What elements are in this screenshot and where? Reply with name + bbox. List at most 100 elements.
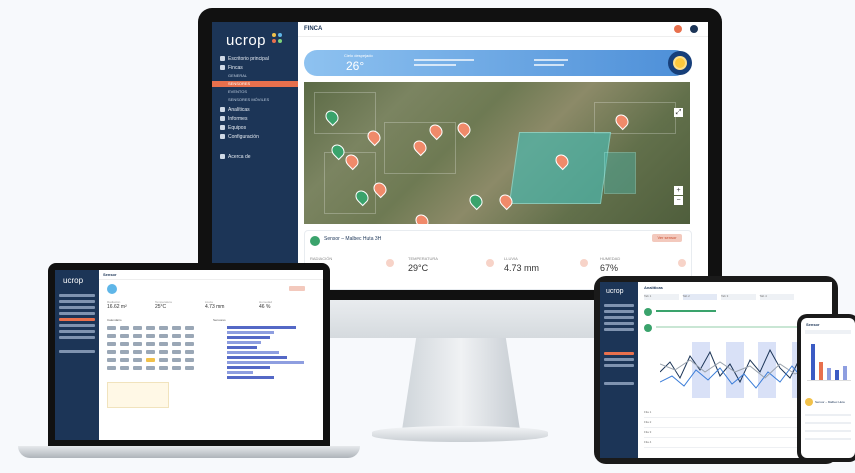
calendar-day[interactable] [133, 358, 142, 362]
calendar-day[interactable] [185, 358, 194, 362]
calendar-day[interactable] [159, 358, 168, 362]
sidebar-item[interactable] [59, 306, 95, 309]
notification-icon[interactable] [674, 25, 682, 33]
sensor-title: Sensor – Malbec Huta 3H [324, 236, 382, 242]
calendar-day[interactable] [107, 342, 116, 346]
sidebar-item[interactable] [59, 294, 95, 297]
calendar-day[interactable] [146, 350, 155, 354]
detail-line [805, 430, 851, 432]
calendar-day[interactable] [107, 358, 116, 362]
bar [819, 362, 823, 380]
calendar-day[interactable] [146, 326, 155, 330]
sidebar-item[interactable] [604, 304, 634, 307]
sidebar-item[interactable] [59, 350, 95, 353]
sidebar-item[interactable] [604, 358, 634, 361]
top-bar: FINCA [298, 22, 708, 37]
view-sensor-button[interactable]: Ver sensor [652, 234, 682, 242]
zoom-out-button[interactable]: − [674, 196, 683, 205]
sidebar-item[interactable] [604, 364, 634, 367]
tab-1[interactable]: Tab 1 [644, 294, 679, 300]
calendar-day[interactable] [159, 366, 168, 370]
calendar-day[interactable] [172, 350, 181, 354]
calendar-day[interactable] [133, 350, 142, 354]
tab-3[interactable]: Tab 3 [721, 294, 756, 300]
sensor-status-icon [310, 236, 320, 246]
calendar-day[interactable] [185, 326, 194, 330]
calendar-day[interactable] [120, 334, 129, 338]
calendar-day[interactable] [146, 366, 155, 370]
calendar-day[interactable] [120, 366, 129, 370]
zoom-in-button[interactable]: + [674, 186, 683, 195]
calendar-day[interactable] [172, 366, 181, 370]
map-pin-icon[interactable] [454, 119, 474, 139]
user-avatar[interactable] [690, 25, 698, 33]
farm-map[interactable]: ⤢ + − [304, 82, 690, 224]
calendar-day[interactable] [107, 334, 116, 338]
sidebar-item-active[interactable] [59, 318, 95, 321]
map-pin-icon[interactable] [466, 191, 486, 211]
calendar-day[interactable] [185, 334, 194, 338]
calendar-day[interactable] [146, 358, 155, 362]
calendar-day[interactable] [172, 358, 181, 362]
calendar-day[interactable] [120, 326, 129, 330]
calendar-day[interactable] [146, 342, 155, 346]
calendar-day[interactable] [107, 350, 116, 354]
bar [227, 326, 296, 329]
action-button[interactable] [289, 286, 305, 291]
calendar-day[interactable] [120, 350, 129, 354]
phone-tab-bar[interactable] [805, 330, 851, 334]
calendar-day[interactable] [133, 342, 142, 346]
map-pin-icon[interactable] [412, 211, 432, 224]
sidebar-item[interactable] [604, 382, 634, 385]
map-plot [594, 102, 676, 134]
calendar-day[interactable] [107, 326, 116, 330]
brand-logo[interactable]: ucrop [63, 276, 83, 285]
calendar-day[interactable] [172, 342, 181, 346]
calendar-day[interactable] [185, 366, 194, 370]
sidebar-subitem-sensores[interactable]: SENSORES [212, 81, 298, 87]
calendar-day[interactable] [159, 334, 168, 338]
sidebar-item[interactable] [59, 324, 95, 327]
sidebar-item[interactable] [59, 336, 95, 339]
brand-logo[interactable]: ucrop [606, 288, 624, 295]
sidebar-item-fincas[interactable]: Fincas [212, 65, 298, 71]
sidebar-item-configuracion[interactable]: Configuración [212, 134, 298, 140]
calendar-day[interactable] [133, 334, 142, 338]
calendar-day[interactable] [120, 342, 129, 346]
calendar-day[interactable] [172, 334, 181, 338]
calendar-day[interactable] [133, 326, 142, 330]
sidebar-subitem-general[interactable]: GENERAL [212, 73, 298, 79]
sidebar-item[interactable] [604, 328, 634, 331]
calendar-grid [107, 326, 207, 376]
sidebar-subitem-sensores-moviles[interactable]: SENSORES MÓVILES [212, 97, 298, 103]
calendar-day[interactable] [185, 342, 194, 346]
sidebar-item[interactable] [59, 330, 95, 333]
sidebar-item-acerca[interactable]: Acerca de [212, 154, 298, 160]
calendar-day[interactable] [146, 334, 155, 338]
highlighted-field[interactable] [604, 152, 636, 194]
tab-2[interactable]: Tab 2 [682, 294, 717, 300]
sidebar-item[interactable] [604, 322, 634, 325]
calendar-day[interactable] [159, 342, 168, 346]
calendar-day[interactable] [133, 366, 142, 370]
calendar-day[interactable] [120, 358, 129, 362]
tab-4[interactable]: Tab 4 [759, 294, 794, 300]
calendar-day[interactable] [159, 326, 168, 330]
sidebar-item[interactable] [604, 316, 634, 319]
team-icon [220, 125, 225, 131]
fullscreen-button[interactable]: ⤢ [674, 108, 683, 117]
sidebar-item[interactable] [59, 300, 95, 303]
calendar-day[interactable] [107, 366, 116, 370]
sidebar-item[interactable] [59, 312, 95, 315]
sidebar-item-informes[interactable]: Informes [212, 116, 298, 122]
calendar-day[interactable] [172, 326, 181, 330]
sidebar-item[interactable] [604, 310, 634, 313]
calendar-day[interactable] [185, 350, 194, 354]
sidebar-subitem-eventos[interactable]: EVENTOS [212, 89, 298, 95]
sidebar-item-escritorio[interactable]: Escritorio principal [212, 56, 298, 62]
calendar-day[interactable] [159, 350, 168, 354]
sidebar-item-active[interactable] [604, 352, 634, 355]
sidebar-item-equipos[interactable]: Equipos [212, 125, 298, 131]
brand-logo[interactable]: ucrop [226, 32, 266, 49]
sidebar-item-analiticas[interactable]: Analíticas [212, 107, 298, 113]
